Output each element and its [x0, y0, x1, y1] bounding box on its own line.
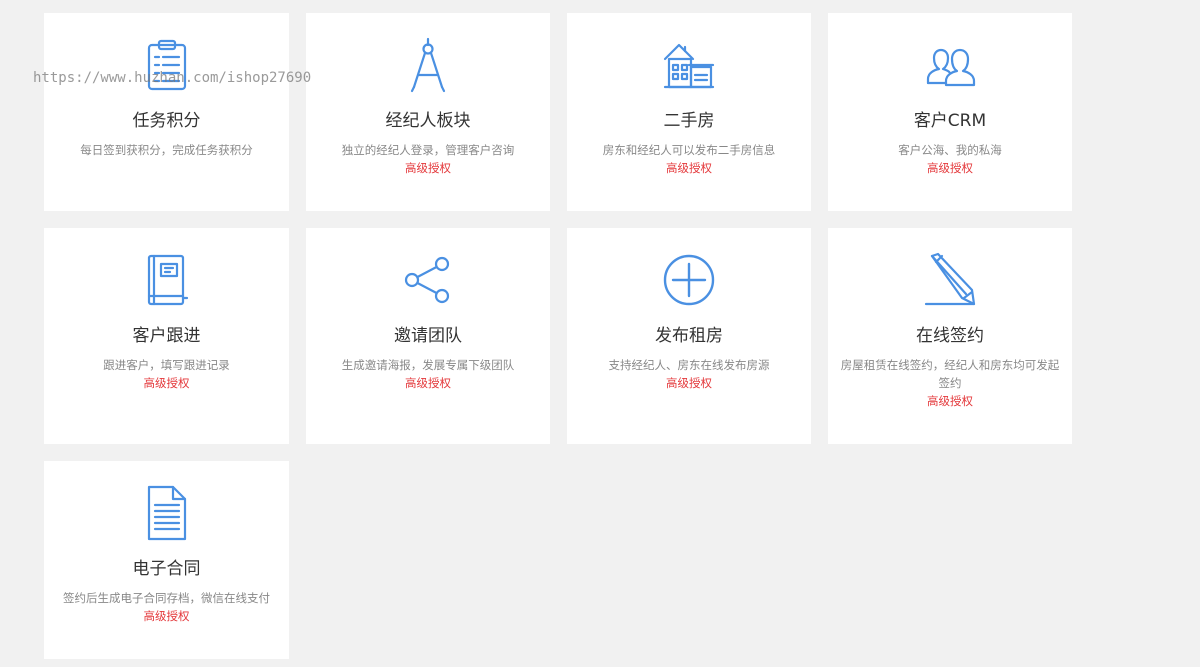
- module-description: 客户公海、我的私海 高级授权: [838, 141, 1062, 177]
- module-title: 任务积分: [132, 111, 201, 131]
- module-description: 房东和经纪人可以发布二手房信息 高级授权: [577, 141, 801, 177]
- module-desc-text: 客户公海、我的私海: [898, 143, 1002, 157]
- clipboard-icon: [139, 37, 195, 93]
- module-title: 在线签约: [916, 326, 984, 346]
- pencil-icon: [922, 252, 978, 308]
- module-description: 独立的经纪人登录，管理客户咨询 高级授权: [316, 141, 540, 177]
- module-description: 签约后生成电子合同存档，微信在线支付 高级授权: [54, 589, 279, 625]
- module-description: 支持经纪人、房东在线发布房源 高级授权: [577, 356, 801, 392]
- module-desc-text: 每日签到获积分，完成任务获积分: [80, 143, 253, 157]
- module-title: 发布租房: [655, 326, 723, 346]
- module-title: 二手房: [663, 111, 715, 131]
- module-title: 客户CRM: [913, 111, 987, 131]
- module-badge: 高级授权: [666, 376, 712, 390]
- module-desc-text: 跟进客户，填写跟进记录: [103, 358, 230, 372]
- module-badge: 高级授权: [143, 609, 190, 623]
- module-title: 电子合同: [132, 559, 201, 579]
- plus-circle-icon: [661, 252, 717, 308]
- module-desc-text: 签约后生成电子合同存档，微信在线支付: [63, 591, 270, 605]
- module-card-contract[interactable]: 电子合同 签约后生成电子合同存档，微信在线支付 高级授权: [44, 461, 289, 659]
- module-card-agent[interactable]: 经纪人板块 独立的经纪人登录，管理客户咨询 高级授权: [306, 13, 550, 211]
- module-desc-text: 支持经纪人、房东在线发布房源: [608, 358, 770, 372]
- book-icon: [139, 252, 195, 308]
- module-title: 邀请团队: [394, 326, 462, 346]
- module-badge: 高级授权: [666, 161, 712, 175]
- module-card-crm[interactable]: 客户CRM 客户公海、我的私海 高级授权: [828, 13, 1072, 211]
- module-title: 客户跟进: [132, 326, 201, 346]
- module-badge: 高级授权: [405, 161, 451, 175]
- share-icon: [400, 252, 456, 308]
- module-card-team[interactable]: 邀请团队 生成邀请海报，发展专属下级团队 高级授权: [306, 228, 550, 444]
- module-badge: 高级授权: [927, 394, 973, 408]
- module-card-sign[interactable]: 在线签约 房屋租赁在线签约，经纪人和房东均可发起签约 高级授权: [828, 228, 1072, 444]
- document-icon: [139, 485, 195, 541]
- module-card-rent[interactable]: 发布租房 支持经纪人、房东在线发布房源 高级授权: [567, 228, 811, 444]
- module-desc-text: 生成邀请海报，发展专属下级团队: [341, 358, 515, 372]
- users-icon: [922, 37, 978, 93]
- module-desc-text: 房东和经纪人可以发布二手房信息: [602, 143, 776, 157]
- module-description: 生成邀请海报，发展专属下级团队 高级授权: [316, 356, 540, 392]
- compass-icon: [400, 37, 456, 93]
- module-card-tasks[interactable]: 任务积分 每日签到获积分，完成任务获积分: [44, 13, 289, 211]
- module-description: 每日签到获积分，完成任务获积分: [54, 141, 279, 159]
- module-badge: 高级授权: [405, 376, 451, 390]
- module-badge: 高级授权: [927, 161, 973, 175]
- module-title: 经纪人板块: [385, 111, 471, 131]
- building-icon: [661, 37, 717, 93]
- module-description: 跟进客户，填写跟进记录 高级授权: [54, 356, 279, 392]
- module-grid-page: 任务积分 每日签到获积分，完成任务获积分 经纪人板块 独立的经纪人登录，管理客户…: [0, 0, 1200, 667]
- module-desc-text: 房屋租赁在线签约，经纪人和房东均可发起签约: [840, 358, 1060, 390]
- module-badge: 高级授权: [143, 376, 190, 390]
- module-description: 房屋租赁在线签约，经纪人和房东均可发起签约 高级授权: [838, 356, 1062, 410]
- module-desc-text: 独立的经纪人登录，管理客户咨询: [341, 143, 515, 157]
- module-card-followup[interactable]: 客户跟进 跟进客户，填写跟进记录 高级授权: [44, 228, 289, 444]
- module-card-secondhand[interactable]: 二手房 房东和经纪人可以发布二手房信息 高级授权: [567, 13, 811, 211]
